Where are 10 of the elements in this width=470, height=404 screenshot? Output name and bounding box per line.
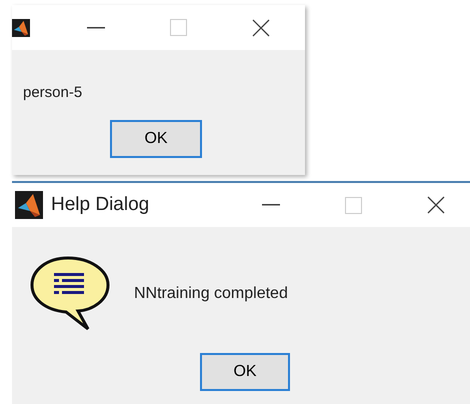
ok-button[interactable]: OK [200,353,290,391]
close-icon[interactable] [252,18,270,36]
message-text: person-5 [23,83,84,103]
app-icon [15,191,43,219]
ok-button[interactable]: OK [110,120,202,158]
message-text: NNtraining completed [134,284,288,304]
window-title: Help Dialog [51,192,150,217]
close-icon[interactable] [427,196,445,214]
minimize-icon[interactable] [87,26,105,28]
minimize-icon[interactable] [262,204,280,206]
